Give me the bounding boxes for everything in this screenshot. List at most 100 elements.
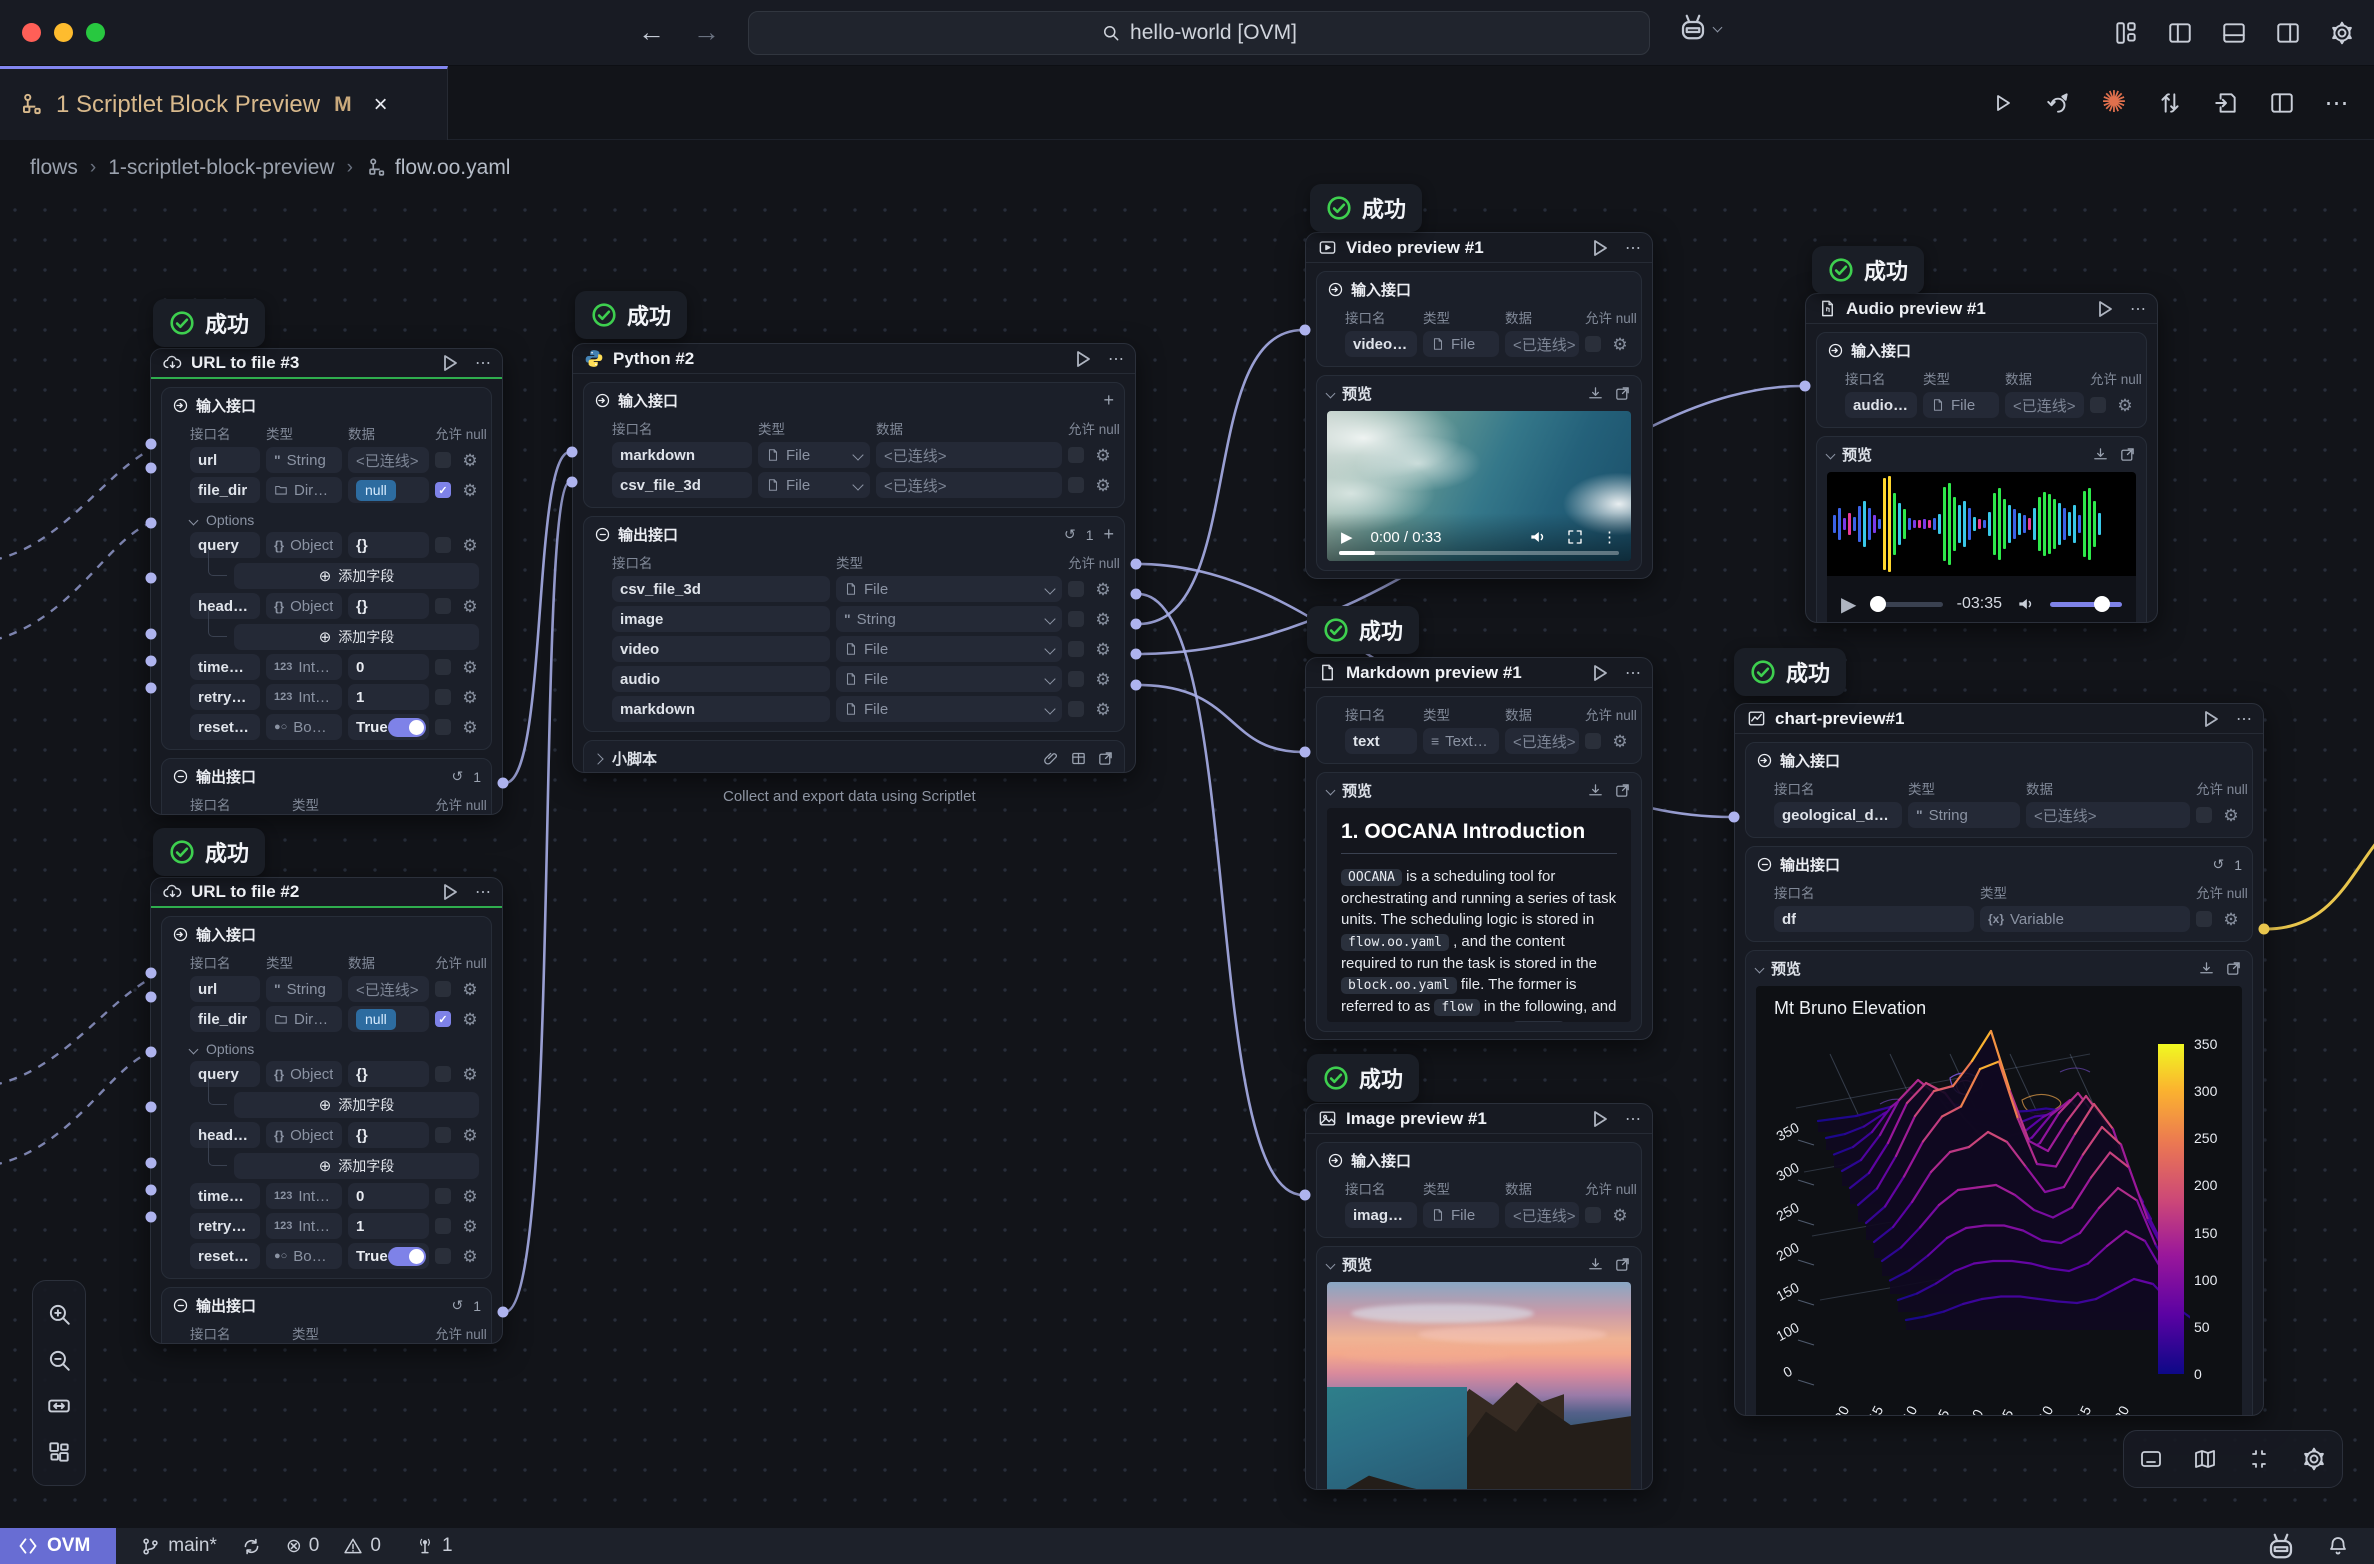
port-name[interactable]: video_p... xyxy=(1345,331,1417,357)
port-handle[interactable] xyxy=(1131,680,1142,691)
open-external-icon[interactable] xyxy=(1097,750,1114,767)
port-value[interactable]: {} xyxy=(348,1061,429,1087)
port-settings-gear-icon[interactable]: ⚙ xyxy=(459,1011,481,1028)
git-branch-item[interactable]: main* xyxy=(140,1535,217,1557)
chevron-down-icon[interactable] xyxy=(1326,1260,1336,1270)
error-count[interactable]: ⊗0 xyxy=(286,1535,320,1558)
port-settings-gear-icon[interactable]: ⚙ xyxy=(2114,397,2136,414)
port-name[interactable]: url xyxy=(190,447,260,473)
port-type[interactable]: 123Integer xyxy=(266,684,342,710)
port-settings-gear-icon[interactable]: ⚙ xyxy=(459,482,481,499)
allow-null-checkbox[interactable] xyxy=(1068,701,1084,717)
port-type[interactable]: 123Integer xyxy=(266,1213,342,1239)
allow-null-checkbox[interactable] xyxy=(1585,336,1601,352)
port-value[interactable]: True xyxy=(348,714,429,740)
allow-null-checkbox[interactable] xyxy=(1068,671,1084,687)
allow-null-checkbox[interactable] xyxy=(1068,581,1084,597)
tab-close-icon[interactable]: × xyxy=(374,91,388,119)
history-icon[interactable]: ↺ xyxy=(451,768,463,785)
chevron-down-icon[interactable] xyxy=(1755,964,1765,974)
port-handle[interactable] xyxy=(1300,325,1311,336)
forward-icon[interactable]: → xyxy=(693,17,720,48)
run-flow-icon[interactable] xyxy=(1986,87,2018,119)
swap-ports-icon[interactable] xyxy=(2154,87,2186,119)
split-left-icon[interactable] xyxy=(2164,17,2196,49)
port-value[interactable]: {} xyxy=(348,1122,429,1148)
port-name[interactable]: text xyxy=(1345,728,1417,754)
port-settings-gear-icon[interactable]: ⚙ xyxy=(1092,611,1114,628)
node-more-icon[interactable]: ⋯ xyxy=(2130,299,2146,319)
port-settings-gear-icon[interactable]: ⚙ xyxy=(459,659,481,676)
port-handle[interactable] xyxy=(1300,747,1311,758)
port-settings-gear-icon[interactable]: ⚙ xyxy=(2220,807,2242,824)
node-chart-preview-1[interactable]: chart-preview#1 ⋯ 输入接口 接口名类型数据允许 null ge… xyxy=(1734,703,2264,1416)
attachment-icon[interactable] xyxy=(1043,750,1060,767)
port-settings-gear-icon[interactable]: ⚙ xyxy=(2220,911,2242,928)
remote-env-badge[interactable]: OVM xyxy=(0,1528,116,1564)
zoom-out-icon[interactable] xyxy=(46,1347,72,1373)
port-settings-gear-icon[interactable]: ⚙ xyxy=(1092,447,1114,464)
port-handle[interactable] xyxy=(1131,559,1142,570)
node-header[interactable]: Image preview #1 ⋯ xyxy=(1306,1104,1652,1134)
boolean-toggle[interactable] xyxy=(388,1247,426,1266)
port-name[interactable]: timeout xyxy=(190,654,260,680)
play-icon[interactable]: ▶ xyxy=(1841,592,1856,617)
options-group-toggle[interactable]: Options xyxy=(190,512,481,528)
ai-spark-icon[interactable]: ✺ xyxy=(2098,87,2130,119)
port-settings-gear-icon[interactable]: ⚙ xyxy=(459,719,481,736)
maximize-window-button[interactable] xyxy=(86,23,105,42)
console-panel-icon[interactable] xyxy=(2139,1447,2163,1471)
allow-null-checkbox[interactable] xyxy=(2196,807,2212,823)
port-handle[interactable] xyxy=(146,629,157,640)
port-type[interactable]: File xyxy=(1423,331,1499,357)
port-settings-gear-icon[interactable]: ⚙ xyxy=(459,1218,481,1235)
port-name[interactable]: reset_fil... xyxy=(190,714,260,740)
node-header[interactable]: chart-preview#1 ⋯ xyxy=(1735,704,2263,734)
port-type[interactable]: File xyxy=(758,472,870,498)
warning-count[interactable]: 0 xyxy=(343,1535,381,1557)
port-settings-gear-icon[interactable]: ⚙ xyxy=(459,1188,481,1205)
chevron-down-icon[interactable] xyxy=(1826,450,1836,460)
port-handle[interactable] xyxy=(146,463,157,474)
run-node-icon[interactable] xyxy=(1587,1107,1611,1131)
tab-scriptlet-block-preview[interactable]: 1 Scriptlet Block Preview M × xyxy=(0,66,448,140)
allow-null-checkbox[interactable] xyxy=(1585,733,1601,749)
port-type[interactable]: File xyxy=(758,442,870,468)
split-bottom-icon[interactable] xyxy=(2218,17,2250,49)
node-header[interactable]: Audio preview #1 ⋯ xyxy=(1806,294,2157,324)
run-node-icon[interactable] xyxy=(437,880,461,904)
port-value[interactable]: <已连线> xyxy=(876,442,1062,468)
port-value[interactable]: 1 xyxy=(348,684,429,710)
image-preview[interactable] xyxy=(1327,1282,1631,1490)
download-icon[interactable] xyxy=(2092,446,2109,463)
markdown-preview-body[interactable]: 1. OOCANA Introduction OOCANA is a sched… xyxy=(1327,808,1631,1022)
port-handle[interactable] xyxy=(1131,589,1142,600)
allow-null-checkbox[interactable] xyxy=(435,598,451,614)
port-settings-gear-icon[interactable]: ⚙ xyxy=(1609,336,1631,353)
kebab-menu-icon[interactable]: ⋮ xyxy=(1602,528,1617,546)
port-handle[interactable] xyxy=(1800,381,1811,392)
node-header[interactable]: Markdown preview #1 ⋯ xyxy=(1306,658,1652,688)
port-value[interactable]: <已连线> xyxy=(348,447,429,473)
port-type[interactable]: ●○Boolean xyxy=(266,714,342,740)
port-handle[interactable] xyxy=(146,1047,157,1058)
search-input[interactable]: hello-world [OVM] xyxy=(748,11,1650,55)
add-field-button[interactable]: ⊕添加字段 xyxy=(234,624,479,650)
run-node-icon[interactable] xyxy=(1070,347,1094,371)
node-url-to-file-2[interactable]: URL to file #2 ⋯ 输入接口 接口名类型数据允许 null url… xyxy=(150,877,503,1344)
video-progress-bar[interactable] xyxy=(1339,551,1619,555)
allow-null-checkbox[interactable] xyxy=(435,981,451,997)
breadcrumb-file[interactable]: flow.oo.yaml xyxy=(365,156,511,180)
options-group-toggle[interactable]: Options xyxy=(190,1041,481,1057)
surface-chart[interactable]: Mt Bruno Elevation 350300250200150100020… xyxy=(1756,986,2242,1416)
allow-null-checkbox[interactable] xyxy=(1068,447,1084,463)
port-value[interactable]: null xyxy=(348,477,429,503)
allow-null-checkbox[interactable]: ✓ xyxy=(435,482,451,498)
port-name[interactable]: markdown xyxy=(612,442,752,468)
port-name[interactable]: file_dir xyxy=(190,1006,260,1032)
port-type[interactable]: {}Object xyxy=(266,593,342,619)
port-value[interactable]: <已连线> xyxy=(348,976,429,1002)
allow-null-checkbox[interactable] xyxy=(435,659,451,675)
port-value[interactable]: True xyxy=(348,1243,429,1269)
breadcrumb-flows[interactable]: flows xyxy=(30,156,78,180)
